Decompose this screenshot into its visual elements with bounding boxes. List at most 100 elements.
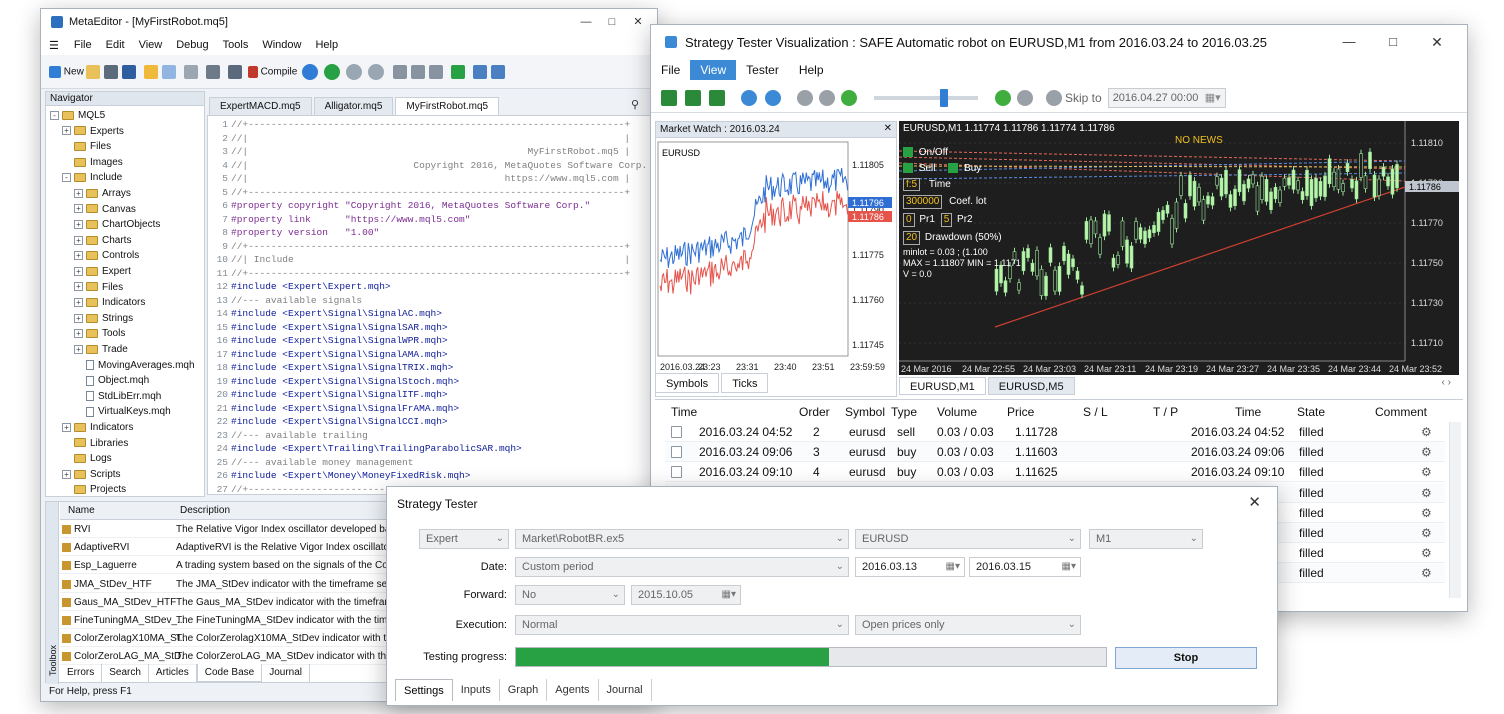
menu-view[interactable]: View	[132, 37, 170, 53]
line-chart-icon[interactable]	[709, 89, 725, 106]
calendar-icon[interactable]: ▦▾	[1205, 89, 1221, 107]
gear-icon[interactable]: ⚙	[1421, 483, 1432, 503]
navigator-item[interactable]: + Controls	[74, 248, 139, 263]
orders-column-header[interactable]: Price	[1007, 402, 1034, 422]
settings-icon[interactable]	[491, 64, 506, 79]
expand-icon[interactable]: +	[62, 469, 71, 479]
zoom-out-icon[interactable]	[765, 89, 781, 106]
expand-icon[interactable]: +	[74, 188, 83, 198]
open-folder-icon[interactable]	[85, 64, 100, 79]
timeframe-select[interactable]: M1 ⌄	[1089, 529, 1203, 549]
rewind-icon[interactable]	[841, 89, 857, 106]
navigator-item[interactable]: + Indicators	[62, 420, 133, 435]
menu-debug[interactable]: Debug	[169, 37, 215, 53]
tab-settings[interactable]: Settings	[395, 679, 453, 701]
menu-window[interactable]: Window	[255, 37, 308, 53]
tab-myfirstrobot[interactable]: MyFirstRobot.mq5	[395, 97, 500, 115]
gear-icon[interactable]: ⚙	[1421, 543, 1432, 563]
navigator-toggle-icon[interactable]	[143, 64, 158, 79]
collapse-icon[interactable]: -	[50, 110, 59, 120]
navigator-item[interactable]: Object.mqh	[74, 373, 149, 388]
expert-type-select[interactable]: Expert ⌄	[419, 529, 509, 549]
expand-icon[interactable]: +	[62, 126, 71, 136]
step-into-icon[interactable]	[393, 64, 408, 79]
navigator-item[interactable]: Files	[62, 139, 111, 154]
start-debug-icon[interactable]	[302, 63, 319, 80]
navigator-item[interactable]: MovingAverages.mqh	[74, 358, 195, 373]
f-field[interactable]: f:5	[903, 178, 921, 191]
run-arrow-icon[interactable]	[451, 64, 466, 79]
stop-icon[interactable]	[819, 89, 835, 106]
expand-icon[interactable]: +	[74, 313, 83, 323]
menu-help[interactable]: Help	[308, 37, 345, 53]
orders-column-header[interactable]: Symbol	[845, 402, 885, 422]
onoff-indicator[interactable]	[903, 147, 913, 158]
calendar-icon[interactable]: ▦▾	[946, 558, 960, 576]
vis-menu-tester[interactable]: Tester	[736, 60, 789, 80]
navigator-item[interactable]: + Expert	[74, 264, 131, 279]
orders-scrollbar[interactable]	[1449, 422, 1461, 598]
function-list-icon[interactable]	[227, 64, 242, 79]
expand-icon[interactable]: +	[74, 329, 83, 339]
gear-icon[interactable]: ⚙	[1421, 523, 1432, 543]
toolbox-col-description[interactable]: Description	[180, 502, 230, 520]
tab-graph[interactable]: Graph	[500, 679, 548, 701]
vis-menu-help[interactable]: Help	[789, 60, 834, 80]
price-chart[interactable]: 1.118101.117901.117701.117501.117301.117…	[899, 121, 1459, 375]
stop-debug-icon[interactable]	[368, 63, 385, 80]
tab-errors[interactable]: Errors	[60, 664, 103, 682]
navigator-item[interactable]: Libraries	[62, 436, 128, 451]
speed-slider[interactable]	[874, 88, 978, 107]
gear-icon[interactable]: ⚙	[1421, 442, 1432, 462]
gear-icon[interactable]: ⚙	[1421, 503, 1432, 523]
navigator-item[interactable]: VirtualKeys.mqh	[74, 404, 171, 419]
zoom-in-icon[interactable]	[741, 89, 757, 106]
speed-slider-thumb[interactable]	[940, 88, 948, 107]
navigator-item[interactable]: + ChartObjects	[74, 217, 160, 232]
tab-journal[interactable]: Journal	[262, 664, 311, 682]
pr1-field[interactable]: 0	[903, 213, 915, 227]
back-icon[interactable]	[183, 64, 198, 79]
navigator-item[interactable]: StdLibErr.mqh	[74, 389, 161, 404]
menu-file[interactable]: File	[67, 37, 99, 53]
vis-menu-file[interactable]: File	[651, 60, 690, 80]
tab-eurusd-m1[interactable]: EURUSD,M1	[899, 377, 986, 395]
symbol-select[interactable]: EURUSD ⌄	[855, 529, 1081, 549]
orders-column-header[interactable]: State	[1297, 402, 1325, 422]
navigator-item[interactable]: + Strings	[74, 311, 133, 326]
drawdown-field[interactable]: 20	[903, 231, 921, 245]
maximize-icon[interactable]: □	[599, 9, 625, 35]
tab-symbols[interactable]: Symbols	[655, 373, 720, 393]
calendar-icon[interactable]: ▦▾	[722, 586, 736, 604]
navigator-item[interactable]: + Trade	[74, 342, 128, 357]
navigator-item[interactable]: + Canvas	[74, 202, 136, 217]
pause-debug-icon[interactable]	[346, 63, 363, 80]
buy-indicator[interactable]	[948, 163, 959, 174]
pr2-field[interactable]: 5	[940, 213, 953, 227]
orders-column-header[interactable]: Type	[891, 402, 917, 422]
model-select[interactable]: Open prices only ⌄	[855, 615, 1081, 635]
skip-to-icon[interactable]	[1046, 89, 1062, 106]
navigator-item[interactable]: - MQL5	[50, 108, 105, 123]
tab-alligator[interactable]: Alligator.mq5	[313, 97, 394, 115]
date-mode-select[interactable]: Custom period ⌄	[515, 557, 849, 577]
tab-expertmacd[interactable]: ExpertMACD.mq5	[209, 97, 312, 115]
navigator-item[interactable]: + Tools	[74, 326, 125, 341]
expand-icon[interactable]: +	[74, 344, 83, 354]
code-editor[interactable]: 1//+------------------------------------…	[207, 115, 653, 495]
navigator-item[interactable]: + Files	[74, 280, 123, 295]
strategy-tester-close-icon[interactable]: ✕	[1248, 493, 1261, 511]
tab-code-base[interactable]: Code Base	[196, 664, 263, 682]
order-row[interactable]: 2016.03.24 09:06 3 eurusd buy 0.03 / 0.03 1.1…	[665, 442, 1445, 463]
gear-icon[interactable]: ⚙	[1421, 462, 1432, 482]
forward-date-field[interactable]: 2015.10.05 ▦▾	[631, 585, 741, 605]
expand-icon[interactable]: +	[74, 204, 83, 214]
date-to-field[interactable]: 2016.03.15 ▦▾	[969, 557, 1081, 577]
bar-chart-icon[interactable]	[661, 89, 677, 106]
step-out-icon[interactable]	[429, 64, 444, 79]
tab-journal[interactable]: Journal	[599, 679, 652, 701]
save-all-icon[interactable]	[121, 64, 136, 79]
orders-column-header[interactable]: Time	[1235, 402, 1261, 422]
tab-ticks[interactable]: Ticks	[721, 373, 769, 393]
navigator-item[interactable]: + Charts	[74, 233, 131, 248]
